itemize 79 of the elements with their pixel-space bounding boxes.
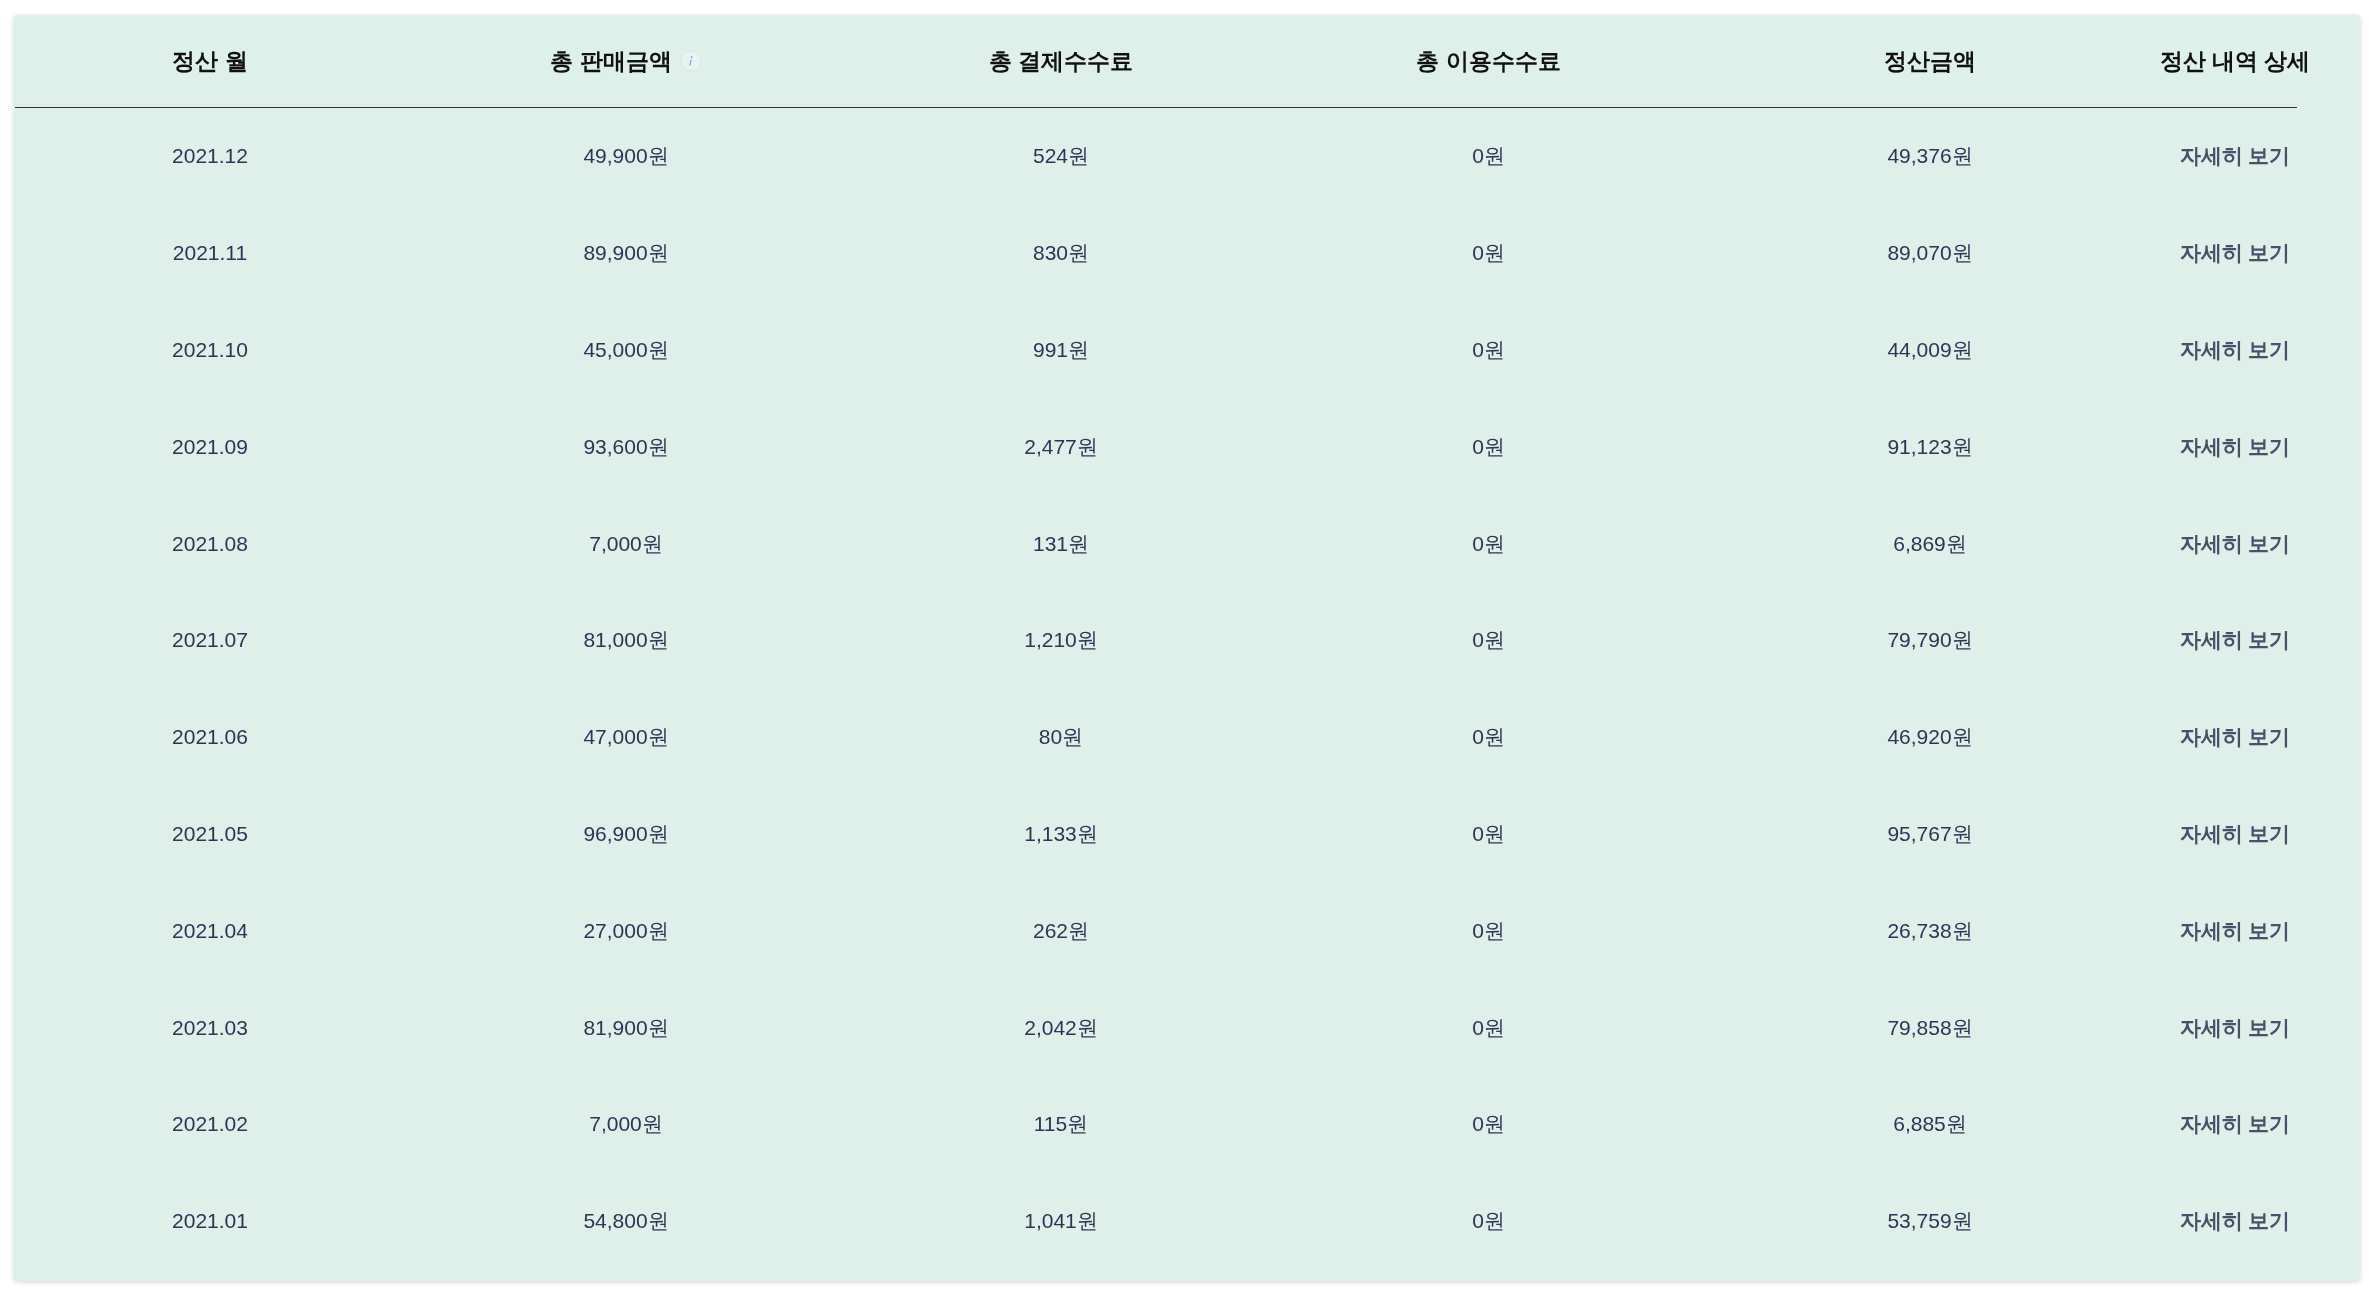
detail-link[interactable]: 자세히 보기 [2179, 723, 2291, 752]
table-cell-text: 44,009원 [1887, 337, 1973, 363]
table-cell-text: 0원 [1472, 1014, 1505, 1041]
table-cell-text: 2,042원 [1024, 1014, 1098, 1041]
table-cell: 2021.09 [172, 434, 248, 459]
column-header: 총 이용수수료 [1416, 46, 1561, 76]
detail-link[interactable]: 자세히 보기 [2179, 916, 2291, 945]
table-cell: 2021.08 [172, 531, 248, 556]
detail-link[interactable]: 자세히 보기 [2179, 529, 2291, 558]
table-cell-text: 0원 [1472, 1208, 1505, 1235]
table-cell-text: 115원 [1033, 1111, 1089, 1138]
table-cell-text: 89,070원 [1887, 240, 1973, 267]
table-cell-text: 45,000원 [583, 337, 669, 363]
detail-link[interactable]: 자세히 보기 [2179, 1110, 2291, 1139]
detail-link[interactable]: 자세히 보기 [2179, 626, 2291, 655]
table-cell-text: 81,900원 [583, 1014, 669, 1041]
table-cell: 2021.06 [172, 725, 248, 750]
table-cell-text: 0원 [1472, 820, 1505, 847]
table-cell-text: 0원 [1472, 337, 1505, 363]
table-cell: 2021.02 [172, 1112, 248, 1137]
table-cell: 2021.04 [172, 918, 248, 943]
table-cell: 2021.11 [172, 241, 248, 266]
table-cell-text: 80원 [1038, 724, 1084, 751]
table-cell-text: 79,858원 [1887, 1014, 1973, 1041]
table-cell-text: 6,869원 [1893, 530, 1967, 557]
column-header: 총 판매금액 [550, 46, 672, 76]
table-cell-text: 262원 [1032, 917, 1089, 944]
table-cell: 2021.10 [172, 338, 248, 362]
detail-link[interactable]: 자세히 보기 [2179, 819, 2291, 848]
table-cell-text: 53,759원 [1887, 1208, 1973, 1235]
table-cell-text: 0원 [1472, 143, 1505, 170]
column-header: 정산 월 [172, 46, 248, 76]
table-cell-text: 0원 [1472, 530, 1505, 557]
table-cell-text: 0원 [1472, 627, 1505, 654]
table-cell-text: 524원 [1032, 143, 1089, 170]
table-cell: 2021.05 [172, 821, 248, 846]
table-cell-text: 131원 [1032, 530, 1089, 557]
table-cell-text: 93,600원 [583, 433, 669, 460]
table-cell-text: 991원 [1032, 337, 1089, 363]
table-cell: 2021.03 [172, 1015, 248, 1040]
detail-link[interactable]: 자세히 보기 [2179, 239, 2291, 268]
table-cell-text: 1,210원 [1024, 627, 1098, 654]
table-cell-text: 95,767원 [1887, 820, 1973, 847]
table-cell-text: 27,000원 [583, 917, 669, 944]
table-cell: 2021.07 [172, 628, 248, 653]
table-cell-text: 0원 [1472, 240, 1505, 267]
table-cell-text: 89,900원 [583, 240, 669, 267]
table-cell-text: 54,800원 [583, 1208, 669, 1235]
detail-link[interactable]: 자세히 보기 [2179, 1013, 2291, 1042]
detail-link[interactable]: 자세히 보기 [2179, 1207, 2291, 1236]
table-cell-text: 81,000원 [583, 627, 669, 654]
table-cell-text: 7,000원 [589, 530, 663, 557]
table-cell-text: 6,885원 [1893, 1111, 1967, 1138]
column-header: 정산 내역 상세 [2159, 46, 2311, 76]
table-cell-text: 830원 [1032, 240, 1089, 267]
info-icon[interactable] [679, 50, 702, 72]
detail-link[interactable]: 자세히 보기 [2179, 432, 2291, 461]
table-cell-text: 47,000원 [583, 724, 669, 751]
table-cell-text: 0원 [1472, 1111, 1505, 1138]
column-header: 총 결제수수료 [988, 46, 1134, 76]
table-cell-text: 46,920원 [1887, 724, 1973, 751]
table-cell-text: 2,477원 [1024, 433, 1098, 460]
table-cell-text: 96,900원 [583, 820, 669, 847]
table-cell-text: 0원 [1472, 433, 1505, 460]
table-cell-text: 91,123원 [1887, 433, 1973, 460]
column-header: 정산금액 [1884, 46, 1976, 76]
table-cell-text: 49,376원 [1887, 143, 1973, 170]
table-cell-text: 49,900원 [583, 143, 669, 170]
table-cell-text: 1,041원 [1024, 1208, 1098, 1235]
table-cell-text: 7,000원 [589, 1111, 663, 1138]
table-cell-text: 0원 [1472, 724, 1505, 751]
table-cell-text: 79,790원 [1887, 627, 1973, 654]
table-cell-text: 26,738원 [1887, 917, 1973, 944]
table-cell-text: 0원 [1472, 917, 1505, 944]
detail-link[interactable]: 자세히 보기 [2179, 336, 2291, 364]
detail-link[interactable]: 자세히 보기 [2179, 142, 2291, 171]
table-cell: 2021.12 [172, 144, 248, 169]
table-cell-text: 1,133원 [1024, 820, 1098, 847]
table-cell: 2021.01 [172, 1209, 248, 1234]
